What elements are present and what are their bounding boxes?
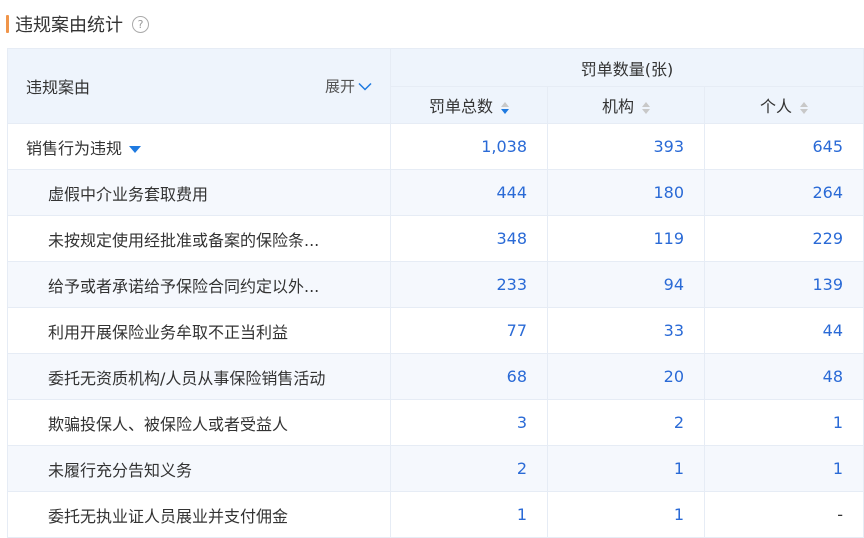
title-accent-bar bbox=[6, 15, 9, 33]
cell-org[interactable]: 393 bbox=[547, 123, 705, 170]
cell-org[interactable]: 94 bbox=[547, 261, 705, 308]
cell-total[interactable]: 68 bbox=[390, 353, 548, 400]
row-reason: 利用开展保险业务牟取不正当利益 bbox=[7, 307, 391, 354]
expand-label: 展开 bbox=[324, 77, 355, 96]
table-row[interactable]: 委托无资质机构/人员从事保险销售活动 68 20 48 bbox=[7, 353, 864, 400]
cell-person[interactable]: 139 bbox=[703, 261, 864, 308]
cell-person[interactable]: 264 bbox=[703, 169, 864, 216]
cell-total[interactable]: 444 bbox=[390, 169, 548, 216]
row-reason-text: 未履行充分告知义务 bbox=[48, 460, 193, 480]
cell-org[interactable]: 20 bbox=[547, 353, 705, 400]
cell-person[interactable]: 1 bbox=[703, 399, 864, 446]
cell-org[interactable]: 2 bbox=[547, 399, 705, 446]
expand-button[interactable]: 展开 bbox=[325, 76, 372, 97]
cell-total[interactable]: 2 bbox=[390, 445, 548, 492]
help-icon[interactable]: ? bbox=[132, 15, 149, 33]
sort-icon[interactable] bbox=[800, 101, 809, 114]
column-header-reason: 违规案由 展开 bbox=[7, 48, 391, 124]
cell-person[interactable]: 1 bbox=[703, 445, 864, 492]
row-reason: 未履行充分告知义务 bbox=[7, 445, 391, 492]
column-header-org-label: 机构 bbox=[601, 97, 634, 116]
cell-total[interactable]: 348 bbox=[390, 215, 548, 262]
row-reason: 欺骗投保人、被保险人或者受益人 bbox=[7, 399, 391, 446]
column-header-reason-label: 违规案由 bbox=[26, 78, 91, 97]
cell-total[interactable]: 1 bbox=[390, 491, 548, 538]
row-reason: 委托无执业证人员展业并支付佣金 bbox=[7, 491, 391, 538]
cell-person[interactable]: 44 bbox=[703, 307, 864, 354]
cell-org[interactable]: 119 bbox=[547, 215, 705, 262]
cell-org[interactable]: 33 bbox=[547, 307, 705, 354]
table-row[interactable]: 未按规定使用经批准或备案的保险条... 348 119 229 bbox=[7, 215, 864, 262]
table-row[interactable]: 欺骗投保人、被保险人或者受益人 3 2 1 bbox=[7, 399, 864, 446]
row-reason: 虚假中介业务套取费用 bbox=[7, 169, 391, 216]
cell-total[interactable]: 233 bbox=[390, 261, 548, 308]
table-row[interactable]: 委托无执业证人员展业并支付佣金 1 1- bbox=[7, 491, 864, 538]
row-reason-text: 委托无资质机构/人员从事保险销售活动 bbox=[48, 368, 326, 388]
cell-total[interactable]: 1,038 bbox=[390, 123, 548, 170]
row-reason: 给予或者承诺给予保险合同约定以外... bbox=[7, 261, 391, 308]
sort-icon[interactable] bbox=[642, 101, 650, 114]
row-reason-text: 欺骗投保人、被保险人或者受益人 bbox=[48, 414, 289, 434]
row-reason-text: 未按规定使用经批准或备案的保险条... bbox=[48, 230, 320, 250]
section-title: 违规案由统计 ? bbox=[6, 12, 149, 36]
column-header-total-label: 罚单总数 bbox=[428, 97, 493, 116]
table-row[interactable]: 未履行充分告知义务 2 1 1 bbox=[7, 445, 864, 492]
cell-total[interactable]: 77 bbox=[390, 307, 548, 354]
cell-total[interactable]: 3 bbox=[390, 399, 548, 446]
row-reason-text: 委托无执业证人员展业并支付佣金 bbox=[48, 506, 289, 526]
column-header-total[interactable]: 罚单总数 bbox=[390, 86, 548, 124]
violation-stats-table: 违规案由 展开 罚单数量(张) 罚单总数 机构 个人 销售行为违规 1,038 39… bbox=[7, 48, 864, 538]
cell-person[interactable]: 48 bbox=[703, 353, 864, 400]
cell-org[interactable]: 180 bbox=[547, 169, 705, 216]
table-row[interactable]: 虚假中介业务套取费用 444 180 264 bbox=[7, 169, 864, 216]
column-header-org[interactable]: 机构 bbox=[547, 86, 705, 124]
chevron-down-icon bbox=[358, 82, 372, 91]
caret-down-icon[interactable] bbox=[129, 145, 142, 153]
cell-person: - bbox=[703, 491, 864, 538]
sort-icon[interactable] bbox=[501, 101, 509, 114]
column-group-header: 罚单数量(张) bbox=[389, 48, 864, 87]
row-reason-text: 销售行为违规 bbox=[26, 138, 123, 158]
table-row[interactable]: 利用开展保险业务牟取不正当利益 77 33 44 bbox=[7, 307, 864, 354]
section-title-text: 违规案由统计 bbox=[15, 15, 123, 36]
column-header-person[interactable]: 个人 bbox=[703, 86, 864, 124]
row-reason-text: 利用开展保险业务牟取不正当利益 bbox=[48, 322, 289, 342]
row-reason: 销售行为违规 bbox=[7, 123, 391, 170]
table-row[interactable]: 给予或者承诺给予保险合同约定以外... 233 94 139 bbox=[7, 261, 864, 308]
row-reason-text: 给予或者承诺给予保险合同约定以外... bbox=[48, 276, 320, 296]
cell-org[interactable]: 1 bbox=[547, 445, 705, 492]
row-reason-text: 虚假中介业务套取费用 bbox=[48, 184, 209, 204]
row-reason: 委托无资质机构/人员从事保险销售活动 bbox=[7, 353, 391, 400]
column-header-person-label: 个人 bbox=[760, 97, 793, 116]
row-reason: 未按规定使用经批准或备案的保险条... bbox=[7, 215, 391, 262]
table-row[interactable]: 销售行为违规 1,038 393 645 bbox=[7, 123, 864, 170]
cell-person[interactable]: 229 bbox=[703, 215, 864, 262]
cell-person[interactable]: 645 bbox=[703, 123, 864, 170]
cell-org[interactable]: 1 bbox=[547, 491, 705, 538]
